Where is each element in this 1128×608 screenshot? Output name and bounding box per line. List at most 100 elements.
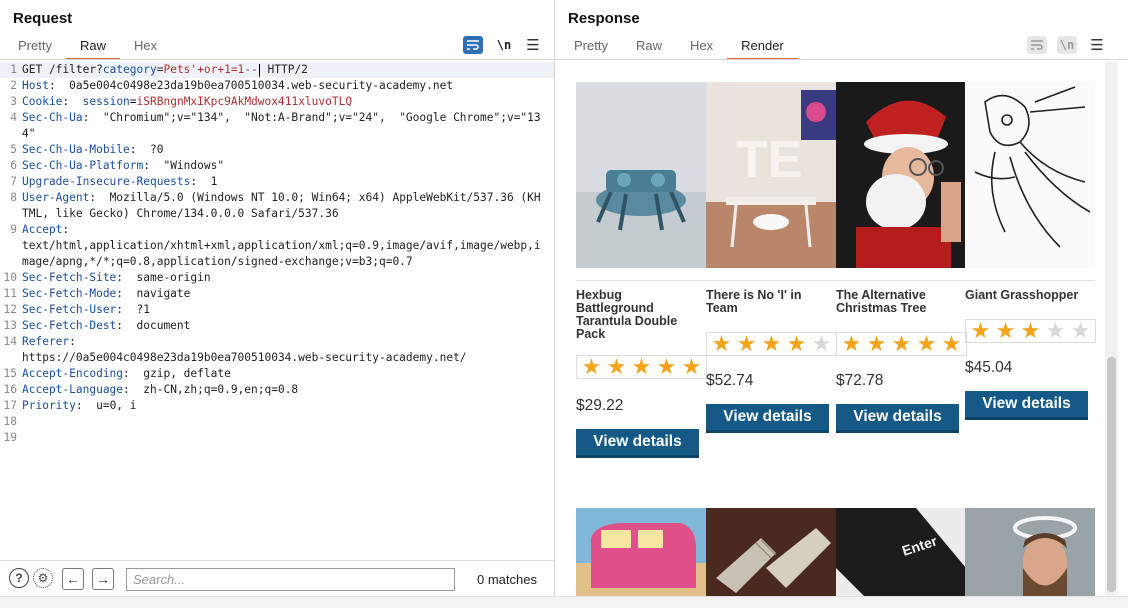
response-tab-pretty[interactable]: Pretty	[560, 36, 622, 58]
request-tab-raw[interactable]: Raw	[65, 36, 120, 60]
settings-gear-icon[interactable]: ⚙	[33, 568, 53, 588]
line-code: Accept: text/html,application/xhtml+xml,…	[22, 222, 554, 270]
line-code: Priority: u=0, i	[22, 398, 554, 414]
param-name: session	[82, 95, 130, 108]
line-code: Referer: https://0a5e004c0498e23da19b0ea…	[22, 334, 554, 366]
line-number: 15	[3, 367, 17, 380]
editor-line: 10 Sec-Fetch-Site: same-origin	[0, 270, 554, 286]
card-divider	[706, 280, 836, 281]
help-icon[interactable]: ?	[9, 568, 29, 588]
line-number: 12	[3, 303, 17, 316]
editor-line: 19	[0, 430, 554, 446]
card-divider	[576, 280, 706, 281]
line-code: Sec-Fetch-User: ?1	[22, 302, 554, 318]
star-empty-icon: ★	[1070, 318, 1091, 343]
render-view: Hexbug Battleground Tarantula Double Pac…	[558, 62, 1118, 596]
response-tab-raw[interactable]: Raw	[622, 36, 676, 58]
line-code: Sec-Fetch-Site: same-origin	[22, 270, 554, 286]
view-details-button[interactable]: View details	[836, 404, 959, 433]
line-number: 11	[3, 287, 17, 300]
search-input[interactable]	[126, 568, 455, 591]
star-filled-icon: ★	[891, 331, 912, 356]
header-key: Sec-Fetch-Mode	[22, 287, 117, 300]
product-price: $29.22	[576, 397, 624, 414]
code-text: : ?0	[129, 143, 164, 156]
rating-stars: ★ ★ ★ ★ ★	[836, 332, 967, 356]
show-newlines-toggle[interactable]: \n	[1057, 36, 1077, 54]
view-details-button[interactable]: View details	[965, 391, 1088, 420]
show-newlines-toggle[interactable]: \n	[494, 36, 514, 54]
line-number: 19	[3, 431, 17, 444]
header-key: Sec-Ch-Ua-Platform	[22, 159, 144, 172]
response-title: Response	[568, 10, 640, 27]
line-code: Upgrade-Insecure-Requests: 1	[22, 174, 554, 190]
star-filled-icon: ★	[761, 331, 782, 356]
previous-match-arrow-icon[interactable]: ←	[62, 568, 84, 590]
editor-line: 14 Referer: https://0a5e004c0498e23da19b0…	[0, 334, 554, 366]
view-details-button[interactable]: View details	[576, 429, 699, 458]
rating-stars: ★ ★ ★ ★ ★	[576, 355, 707, 379]
line-code: Sec-Ch-Ua: "Chromium";v="134", "Not:A-Br…	[22, 110, 554, 142]
request-tab-hex[interactable]: Hex	[120, 36, 171, 58]
editor-line: 3 Cookie: session=iSRBngnMxIKpc9AkMdwox41…	[0, 94, 554, 110]
editor-line: 9 Accept: text/html,application/xhtml+xml…	[0, 222, 554, 270]
scrollbar-thumb[interactable]	[1107, 357, 1116, 592]
response-tab-hex[interactable]: Hex	[676, 36, 727, 58]
response-tabs: Pretty Raw Hex Render	[560, 36, 798, 60]
code-text: : same-origin	[116, 271, 211, 284]
response-tab-render[interactable]: Render	[727, 36, 798, 60]
code-text: : u=0, i	[75, 399, 137, 412]
editor-line: 17 Priority: u=0, i	[0, 398, 554, 414]
star-filled-icon: ★	[711, 331, 732, 356]
request-search-bar: ? ⚙ ← → 0 matches	[0, 560, 554, 594]
pretty-print-toggle-icon[interactable]	[463, 36, 483, 54]
line-code: Accept-Encoding: gzip, deflate	[22, 366, 554, 382]
bearded-man-image	[965, 508, 1095, 596]
header-key: Sec-Fetch-Site	[22, 271, 117, 284]
line-code: Sec-Ch-Ua-Mobile: ?0	[22, 142, 554, 158]
next-match-arrow-icon[interactable]: →	[92, 568, 114, 590]
code-text: HTTP/2	[260, 63, 308, 76]
header-key: Accept-Encoding	[22, 367, 124, 380]
render-scrollbar[interactable]	[1105, 62, 1118, 596]
santa-man-image	[836, 82, 966, 268]
editor-line: 13 Sec-Fetch-Dest: document	[0, 318, 554, 334]
star-filled-icon: ★	[866, 331, 887, 356]
rating-stars: ★ ★ ★ ★ ★	[965, 319, 1096, 343]
code-text: : text/html,application/xhtml+xml,applic…	[22, 223, 541, 268]
star-filled-icon: ★	[841, 331, 862, 356]
line-number: 18	[3, 415, 17, 428]
response-menu-icon[interactable]: ☰	[1087, 36, 1107, 54]
header-key: Priority	[22, 399, 76, 412]
star-filled-icon: ★	[606, 354, 627, 379]
robot-spider-image	[576, 82, 706, 268]
header-key: Host	[22, 79, 49, 92]
view-details-button[interactable]: View details	[706, 404, 829, 433]
editor-line: 12 Sec-Fetch-User: ?1	[0, 302, 554, 318]
star-filled-icon: ★	[656, 354, 677, 379]
header-key: Sec-Ch-Ua	[22, 111, 83, 124]
request-tab-pretty[interactable]: Pretty	[4, 36, 66, 58]
line-number: 13	[3, 319, 17, 332]
star-filled-icon: ★	[941, 331, 962, 356]
line-number: 6	[10, 159, 17, 172]
request-menu-icon[interactable]: ☰	[523, 36, 543, 54]
cutlery-image	[706, 508, 836, 596]
pretty-print-toggle-icon[interactable]	[1027, 36, 1047, 54]
product-name: Giant Grasshopper	[965, 288, 1079, 302]
product-name: The Alternative Christmas Tree	[836, 288, 927, 315]
code-text: : 0a5e004c0498e23da19b0ea700510034.web-s…	[48, 79, 454, 92]
request-editor[interactable]: 1 GET /filter?category=Pets'+or+1=1-- HTT…	[0, 62, 554, 558]
product-price: $72.78	[836, 372, 884, 389]
line-code: GET /filter?category=Pets'+or+1=1-- HTTP…	[22, 62, 554, 78]
star-filled-icon: ★	[631, 354, 652, 379]
editor-line: 4 Sec-Ch-Ua: "Chromium";v="134", "Not:A-B…	[0, 110, 554, 142]
code-text: =	[129, 95, 137, 108]
code-text: : navigate	[116, 287, 191, 300]
line-number: 9	[10, 223, 17, 236]
line-number: 1	[10, 63, 17, 76]
enter-key-image: Enter	[836, 508, 966, 596]
star-filled-icon: ★	[1020, 318, 1041, 343]
code-text: : "Windows"	[143, 159, 225, 172]
star-filled-icon: ★	[995, 318, 1016, 343]
